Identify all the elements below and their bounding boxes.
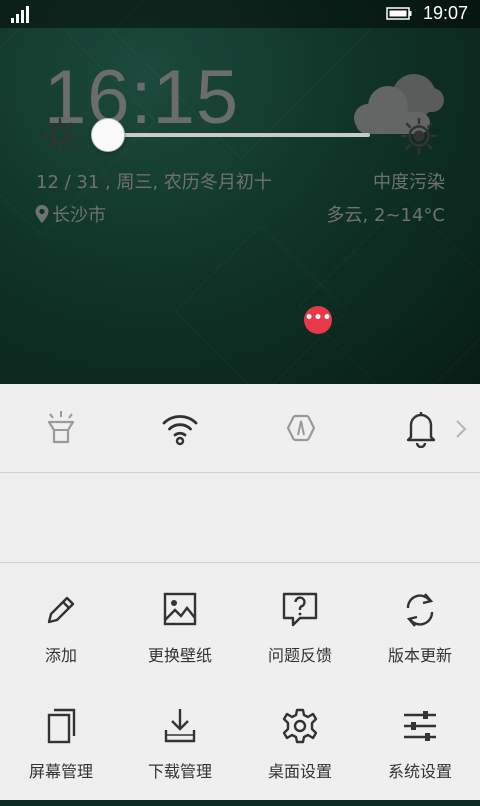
rotate-icon [286, 414, 316, 442]
wifi-toggle[interactable] [160, 408, 200, 448]
quick-toggles-row [0, 384, 480, 472]
shortcut-system-settings[interactable]: 系统设置 [360, 706, 480, 806]
auto-rotate-toggle[interactable] [281, 408, 321, 448]
feedback-icon [280, 590, 320, 630]
bell-icon [406, 412, 436, 449]
shortcut-label: 版本更新 [387, 646, 452, 665]
shortcut-label: 屏幕管理 [28, 762, 93, 781]
divider [0, 472, 480, 473]
pencil-icon [41, 590, 81, 630]
refresh-icon [400, 590, 440, 630]
wifi-icon [162, 415, 198, 446]
shortcut-label: 更换壁纸 [147, 646, 212, 665]
shortcut-label: 系统设置 [387, 762, 452, 781]
shortcut-label: 问题反馈 [267, 646, 332, 665]
notification-badge: ••• [304, 306, 332, 334]
sound-toggle[interactable] [401, 408, 441, 449]
image-icon [160, 590, 200, 630]
shortcut-download-manage[interactable]: 下载管理 [120, 706, 240, 806]
brightness-high-icon [400, 117, 438, 155]
copy-icon [41, 706, 81, 746]
weather-forecast: 多云, 2~14°C [326, 205, 445, 226]
sliders-icon [400, 706, 440, 746]
signal-icon [11, 6, 29, 23]
shortcut-feedback[interactable]: 问题反馈 [240, 590, 360, 690]
lockscreen-date: 12 / 31 , 周三, 农历冬月初十 [36, 172, 272, 193]
location-text: 长沙市 [52, 205, 106, 226]
settings-gear-icon [280, 706, 320, 746]
flashlight-icon [47, 411, 75, 444]
shortcut-label: 添加 [44, 646, 77, 665]
divider [0, 562, 480, 563]
battery-icon [386, 7, 412, 20]
status-bar: 19:07 [0, 0, 480, 28]
wallpaper: 19:07 16:15 12 / 31 , 周三, 农历冬月初十 长沙市 中度污… [0, 0, 480, 384]
shortcut-version-update[interactable]: 版本更新 [360, 590, 480, 690]
shortcut-label: 下载管理 [147, 762, 212, 781]
chevron-right-icon[interactable] [452, 418, 470, 440]
wallpaper-pattern [174, 224, 348, 384]
brightness-slider-track[interactable] [108, 133, 370, 137]
status-time: 19:07 [422, 3, 468, 23]
shortcut-label: 桌面设置 [267, 762, 332, 781]
brightness-slider-thumb[interactable] [91, 118, 125, 152]
download-icon [160, 706, 200, 746]
air-quality: 中度污染 [373, 172, 445, 193]
flashlight-toggle[interactable] [41, 408, 81, 448]
brightness-low-icon [42, 117, 78, 153]
shortcut-add[interactable]: 添加 [1, 590, 121, 690]
location: 长沙市 [34, 201, 106, 227]
shortcut-change-wallpaper[interactable]: 更换壁纸 [120, 590, 240, 690]
location-pin-icon [35, 205, 49, 223]
shortcut-desktop-settings[interactable]: 桌面设置 [240, 706, 360, 806]
shortcut-screen-manage[interactable]: 屏幕管理 [1, 706, 121, 806]
